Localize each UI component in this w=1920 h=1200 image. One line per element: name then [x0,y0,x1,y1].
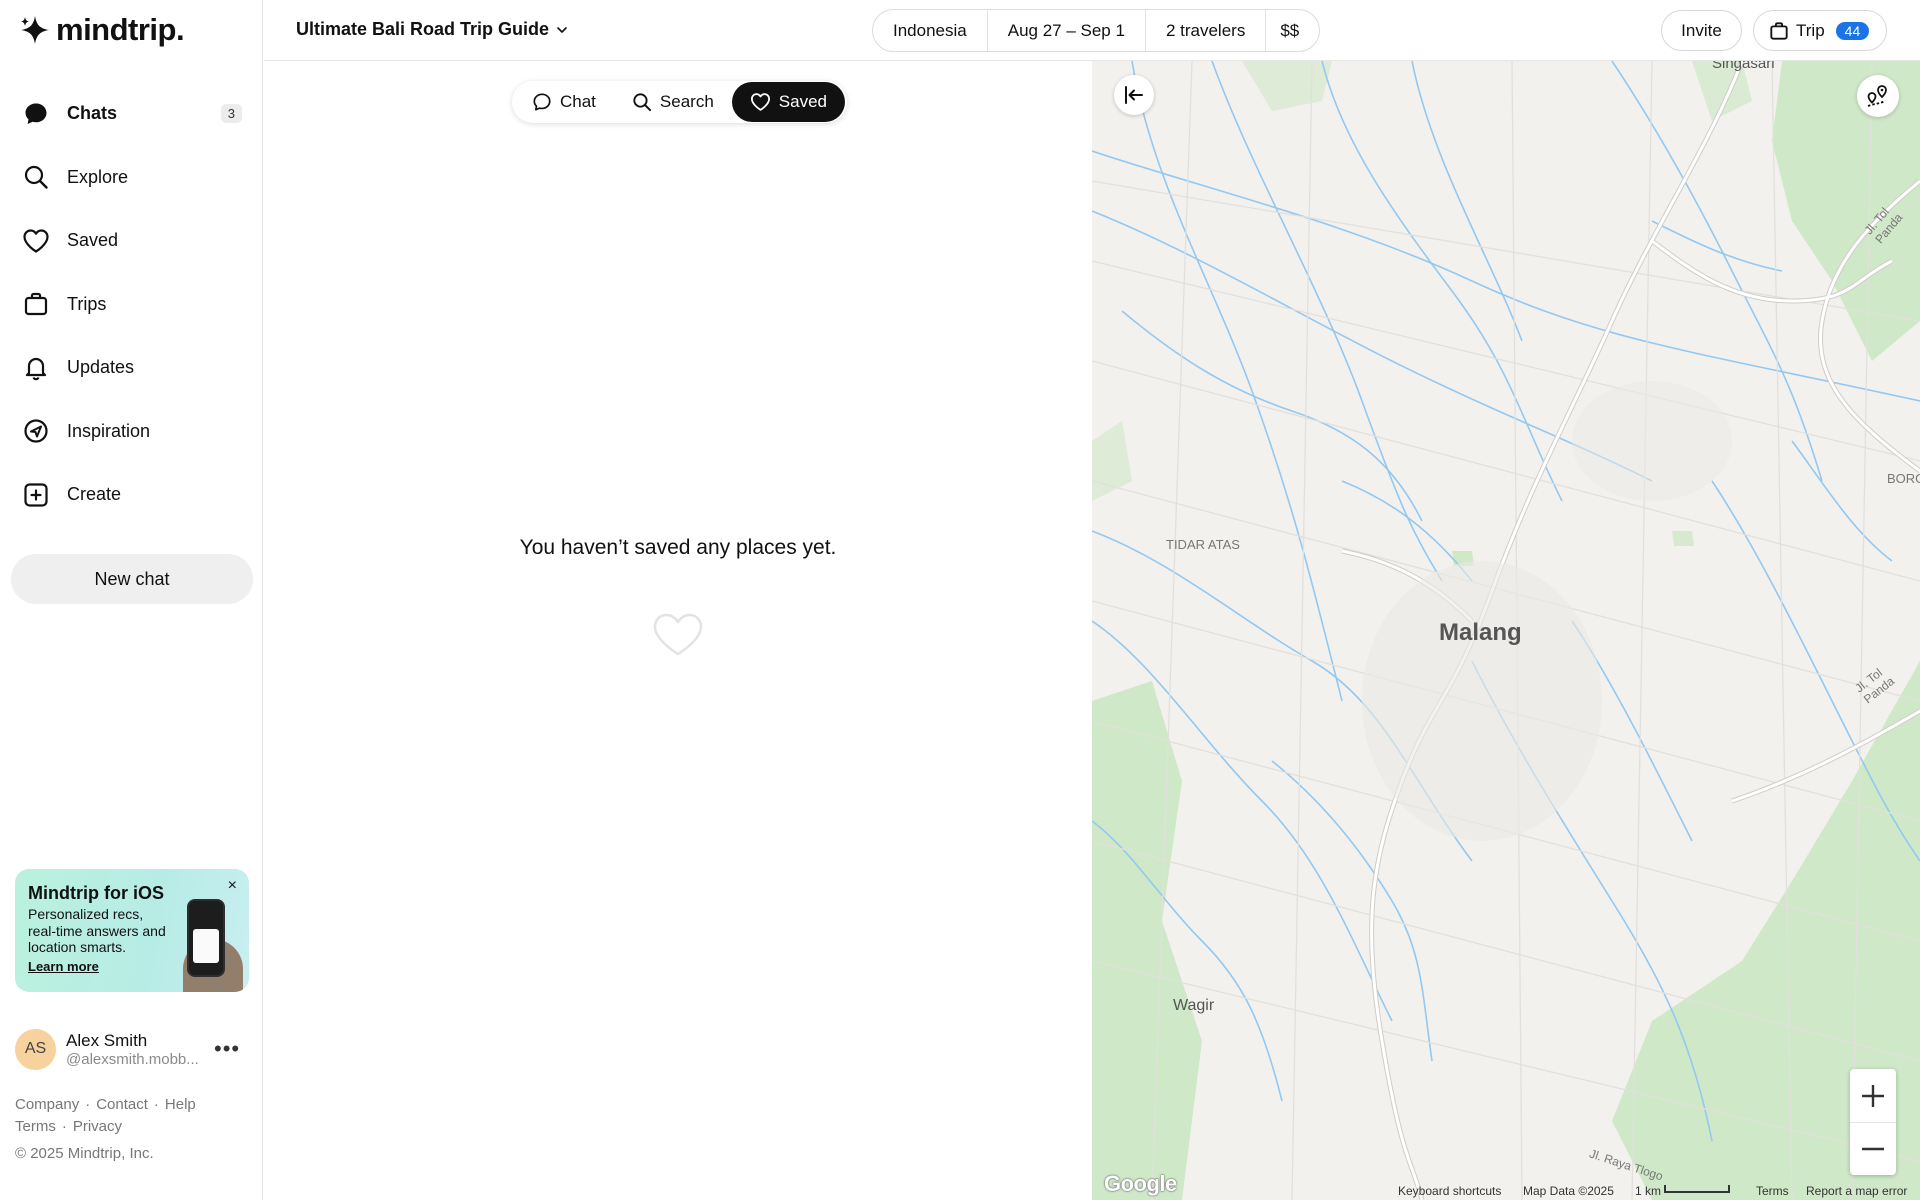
brand-logo[interactable]: mindtrip. [20,12,185,48]
tab-chat[interactable]: Chat [514,82,614,122]
dates-filter[interactable]: Aug 27 – Sep 1 [986,10,1145,51]
chat-bubble-icon [533,93,551,111]
plus-square-icon [22,481,50,509]
copyright: © 2025 Mindtrip, Inc. [15,1145,154,1162]
map-attribution: Keyboard shortcuts Map Data ©2025 1 km T… [1092,1180,1920,1200]
trip-title-dropdown[interactable]: Ultimate Bali Road Trip Guide [296,19,569,40]
sidebar-item-saved[interactable]: Saved [0,209,262,273]
heart-icon [653,613,703,656]
sidebar-item-updates[interactable]: Updates [0,336,262,400]
view-tabs: Chat Search Saved [512,81,847,123]
location-filter[interactable]: Indonesia [873,10,987,51]
trip-count-badge: 44 [1835,21,1870,40]
phone-illustration [187,899,225,977]
map-label-wagir: Wagir [1173,997,1215,1014]
report-error-link[interactable]: Report a map error [1806,1184,1907,1198]
trip-filters: Indonesia Aug 27 – Sep 1 2 travelers $$ [872,9,1321,52]
sidebar-item-create[interactable]: Create [0,463,262,527]
compass-icon [22,417,50,445]
promo-title: Mindtrip for iOS [28,883,164,903]
sidebar-item-label: Create [67,484,122,505]
sidebar-item-label: Updates [67,357,135,378]
tab-label: Search [659,92,714,111]
terms-link[interactable]: Terms [15,1118,56,1135]
user-profile[interactable]: AS Alex Smith @alexsmith.mobb... ••• [15,1028,255,1070]
terms-link[interactable]: Terms [1756,1184,1789,1198]
invite-button[interactable]: Invite [1661,10,1742,51]
route-button[interactable] [1857,75,1899,117]
search-icon [22,163,50,191]
trip-button[interactable]: Trip 44 [1753,10,1887,51]
separator: · [153,1096,159,1113]
sidebar-item-trips[interactable]: Trips [0,273,262,337]
minus-icon [1862,1147,1884,1151]
map-data-text: Map Data ©2025 [1523,1184,1614,1198]
map-panel[interactable]: Singasari TIDAR ATAS Malang Wagir BORG J… [1092,61,1920,1200]
sidebar-item-explore[interactable]: Explore [0,146,262,210]
sidebar: mindtrip. Chats 3 Explore Saved Trips Up… [0,0,263,1200]
travelers-filter[interactable]: 2 travelers [1144,10,1265,51]
top-bar: Ultimate Bali Road Trip Guide Indonesia … [264,0,1920,61]
tab-label: Chat [560,92,596,111]
sidebar-item-chats[interactable]: Chats 3 [0,82,262,146]
more-options-icon[interactable]: ••• [214,1036,240,1062]
zoom-controls [1850,1069,1896,1175]
budget-filter[interactable]: $$ [1265,10,1319,51]
scale-bar [1664,1185,1730,1193]
suitcase-icon [22,290,50,318]
close-icon[interactable]: × [228,877,237,895]
map-label-singasari: Singasari [1712,61,1775,72]
company-link[interactable]: Company [15,1096,79,1113]
tab-label: Saved [778,92,827,111]
scale-label[interactable]: 1 km [1635,1184,1661,1198]
contact-link[interactable]: Contact [96,1096,148,1113]
ios-promo-card: Mindtrip for iOS Personalized recs, real… [15,869,249,992]
brand-name: mindtrip. [56,12,185,47]
collapse-left-icon [1125,86,1143,104]
sidebar-nav: Chats 3 Explore Saved Trips Updates Insp… [0,82,262,527]
trip-label: Trip [1796,20,1825,40]
map-label-malang: Malang [1439,619,1522,646]
trip-title: Ultimate Bali Road Trip Guide [296,19,550,39]
user-handle: @alexsmith.mobb... [66,1050,199,1068]
route-pins-icon [1867,85,1887,107]
chevron-down-icon [557,26,567,33]
zoom-out-button[interactable] [1850,1122,1896,1175]
separator: · [61,1118,67,1135]
plus-icon [1862,1084,1884,1107]
zoom-in-button[interactable] [1850,1069,1896,1122]
chat-bubble-icon [22,100,50,128]
sparkle-icon [21,16,49,44]
user-info: Alex Smith @alexsmith.mobb... [66,1031,208,1068]
new-chat-button[interactable]: New chat [11,554,253,604]
heart-icon [22,227,50,255]
collapse-map-button[interactable] [1114,75,1154,115]
empty-state-message: You haven’t saved any places yet. [519,536,837,559]
keyboard-shortcuts-link[interactable]: Keyboard shortcuts [1398,1184,1501,1198]
privacy-link[interactable]: Privacy [73,1118,122,1135]
search-icon [633,93,651,112]
sidebar-item-label: Saved [67,230,119,251]
tab-search[interactable]: Search [614,82,732,122]
sidebar-item-label: Trips [67,293,107,314]
sidebar-item-inspiration[interactable]: Inspiration [0,400,262,464]
sidebar-item-label: Explore [67,166,129,187]
learn-more-link[interactable]: Learn more [28,959,99,974]
sidebar-item-label: Inspiration [67,420,151,441]
map-label-tidar-atas: TIDAR ATAS [1166,537,1240,552]
urban-area [1362,381,1732,841]
map-label-borg: BORG [1887,471,1920,486]
avatar: AS [15,1028,56,1070]
help-link[interactable]: Help [165,1096,196,1113]
bell-icon [22,354,50,382]
chats-count-badge: 3 [220,104,242,124]
separator: · [85,1096,91,1113]
footer-links: Company · Contact · Help Terms · Privacy [15,1094,255,1138]
user-name: Alex Smith [66,1030,148,1050]
promo-description: Personalized recs, real-time answers and… [28,906,166,955]
suitcase-icon [1770,21,1788,40]
sidebar-item-label: Chats [67,103,118,124]
heart-icon [750,93,770,111]
tab-saved[interactable]: Saved [731,82,845,122]
